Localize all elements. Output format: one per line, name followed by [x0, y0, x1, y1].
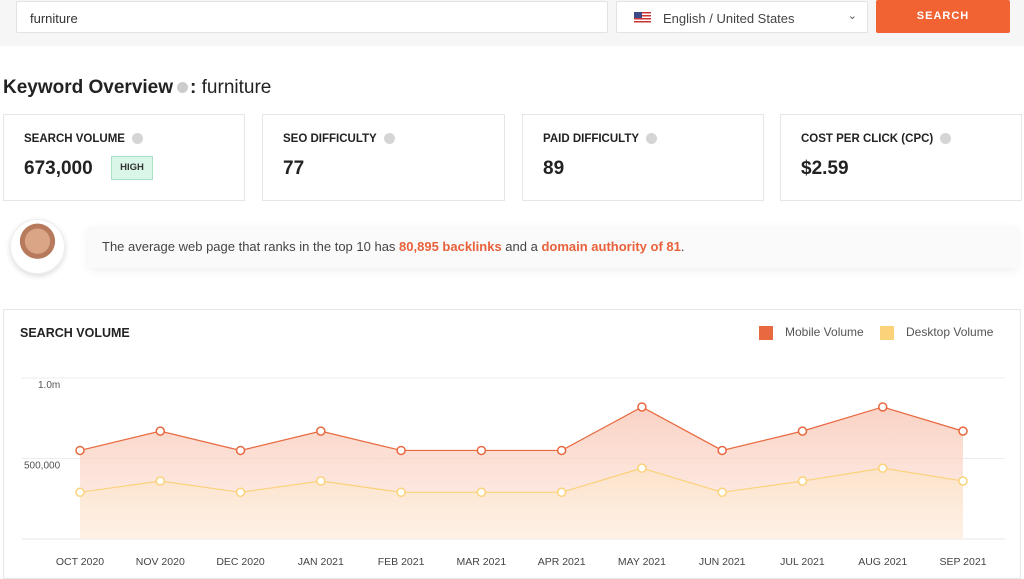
data-point: [958, 426, 968, 436]
chart-plot: 1.0m 500,000 OCT 2020 NOV 2020 DEC 2020 JAN 2…: [22, 377, 1005, 568]
data-point: [155, 476, 166, 486]
x-tick-label: JUL 2021: [780, 556, 825, 568]
x-tick-label: MAY 2021: [618, 556, 666, 568]
data-point: [958, 476, 968, 486]
data-point: [797, 476, 808, 486]
data-point: [75, 487, 85, 498]
x-tick-label: OCT 2020: [56, 556, 104, 568]
y-tick-label: 500,000: [24, 461, 61, 472]
x-tick-label: NOV 2020: [136, 556, 185, 568]
y-tick-label: 1.0m: [38, 380, 60, 391]
data-point: [556, 487, 567, 498]
x-tick-label: JUN 2021: [699, 556, 746, 568]
data-point: [396, 445, 406, 456]
data-point: [476, 445, 487, 456]
data-point: [316, 476, 326, 486]
data-point: [476, 487, 487, 498]
x-tick-label: FEB 2021: [378, 556, 425, 568]
x-tick-label: DEC 2020: [216, 556, 265, 568]
data-point: [235, 487, 246, 498]
data-point: [637, 463, 647, 473]
data-point: [556, 445, 567, 456]
data-point: [717, 487, 727, 498]
data-point: [877, 463, 888, 473]
data-point: [235, 445, 246, 456]
data-point: [637, 402, 647, 412]
data-point: [155, 426, 166, 436]
data-point: [75, 445, 85, 456]
x-tick-label: JAN 2021: [298, 556, 344, 568]
x-tick-label: MAR 2021: [457, 556, 507, 568]
x-tick-label: AUG 2021: [858, 556, 907, 568]
data-point: [797, 426, 808, 436]
data-point: [316, 426, 326, 436]
x-tick-label: APR 2021: [538, 556, 586, 568]
data-point: [396, 487, 406, 498]
x-tick-label: SEP 2021: [939, 556, 986, 568]
data-point: [877, 402, 888, 412]
data-point: [717, 445, 727, 456]
